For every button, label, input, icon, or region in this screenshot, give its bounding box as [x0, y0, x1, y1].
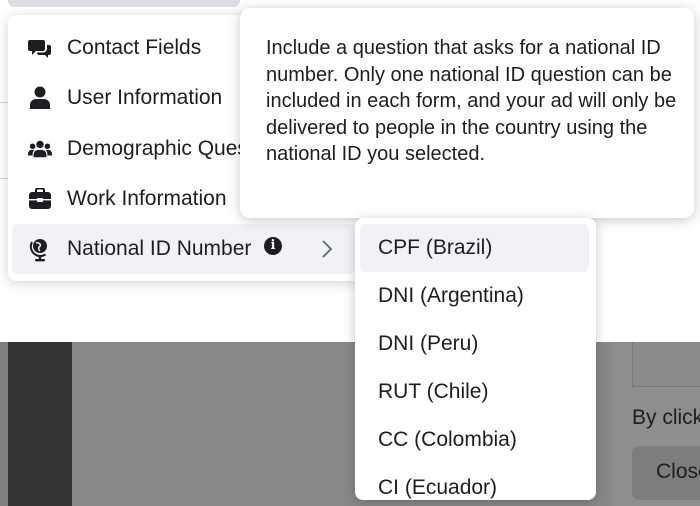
people-group-icon — [28, 137, 52, 161]
info-icon[interactable]: i — [264, 237, 282, 255]
menu-item-label: Demographic Questions — [67, 137, 242, 160]
background-sliver — [0, 342, 8, 506]
menu-item-national-id-number[interactable]: National ID Number i — [12, 224, 355, 274]
briefcase-icon — [28, 187, 52, 211]
background-consent-text: By click — [632, 406, 700, 429]
tooltip-text: Include a question that asks for a natio… — [266, 37, 677, 166]
person-icon — [28, 86, 52, 110]
background-divider — [0, 102, 8, 103]
menu-item-label: Contact Fields — [67, 36, 202, 59]
background-preview-box — [632, 342, 700, 387]
background-dark-panel — [8, 342, 72, 506]
submenu-item-label: CPF (Brazil) — [378, 236, 493, 259]
submenu-item-dni-peru[interactable]: DNI (Peru) — [360, 320, 589, 368]
background-close-button[interactable]: Close — [632, 446, 700, 500]
submenu-item-cpf-brazil[interactable]: CPF (Brazil) — [360, 224, 589, 272]
submenu-item-label: DNI (Argentina) — [378, 284, 524, 307]
submenu-item-dni-argentina[interactable]: DNI (Argentina) — [360, 272, 589, 320]
background-top-bar — [8, 0, 240, 7]
national-id-tooltip: Include a question that asks for a natio… — [240, 8, 694, 218]
submenu-item-label: CI (Ecuador) — [378, 476, 498, 499]
menu-item-label: Work Information — [67, 187, 227, 210]
submenu-item-cc-colombia[interactable]: CC (Colombia) — [360, 416, 589, 464]
submenu-item-label: DNI (Peru) — [378, 332, 479, 355]
submenu-item-ci-ecuador[interactable]: CI (Ecuador) — [360, 464, 589, 500]
menu-item-label: User Information — [67, 86, 223, 109]
background-divider — [0, 178, 8, 179]
submenu-item-label: CC (Colombia) — [378, 428, 517, 451]
submenu-item-label: RUT (Chile) — [378, 380, 489, 403]
chevron-right-icon — [321, 239, 333, 264]
globe-stand-icon — [28, 237, 52, 262]
national-id-submenu: CPF (Brazil) DNI (Argentina) DNI (Peru) … — [355, 218, 596, 500]
menu-item-label: National ID Number — [67, 237, 252, 260]
background-close-label: Close — [656, 460, 700, 483]
submenu-item-rut-chile[interactable]: RUT (Chile) — [360, 368, 589, 416]
chat-bubbles-icon — [28, 36, 52, 60]
